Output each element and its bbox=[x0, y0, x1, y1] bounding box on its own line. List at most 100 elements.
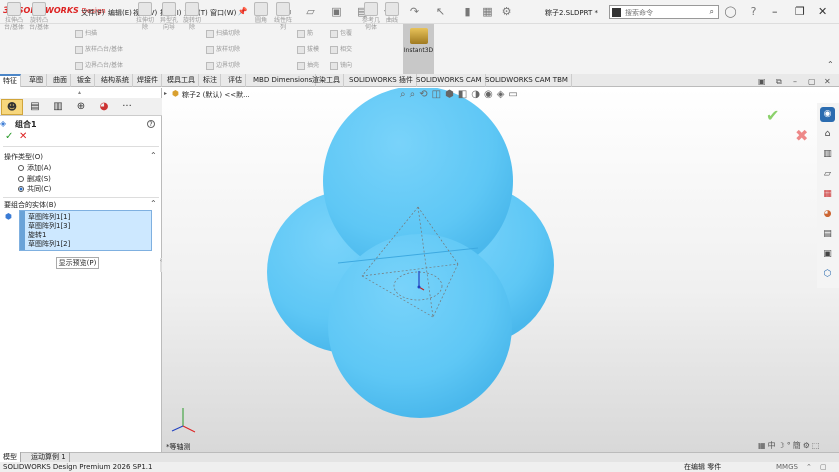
ime-toolbar[interactable]: ▦中☽°簡⚙⬚ bbox=[758, 440, 821, 451]
show-preview-button[interactable]: 显示预览(P) bbox=[56, 257, 99, 269]
save-icon[interactable]: ▣ bbox=[330, 5, 343, 18]
dimxpert-tab-icon[interactable]: ⊕ bbox=[70, 99, 92, 115]
breadcrumb-arrow-icon[interactable]: ▸ bbox=[164, 90, 167, 97]
status-info-icon[interactable]: ▢ bbox=[820, 462, 827, 472]
scene-icon[interactable]: ◈ bbox=[497, 89, 509, 100]
intersect-button[interactable]: 相交 bbox=[330, 44, 352, 54]
tab-solidworks-cam-tbm[interactable]: SOLIDWORKS CAM TBM bbox=[482, 74, 572, 87]
heads-up-view-toolbar[interactable]: ⌕⌕⟲◫⬢◧◑◉◈▭ bbox=[400, 89, 522, 100]
search-box[interactable]: ⌕ bbox=[609, 5, 719, 19]
radio-common[interactable]: 共同(C) bbox=[18, 184, 51, 194]
tab-features[interactable]: 特征 bbox=[0, 74, 21, 87]
radio-subtract[interactable]: 删减(S) bbox=[18, 174, 51, 184]
previous-view-icon[interactable]: ⟲ bbox=[419, 89, 431, 100]
menu-edit[interactable]: 编辑(E) bbox=[108, 8, 132, 18]
help-button[interactable]: ? bbox=[147, 120, 155, 128]
curves-button[interactable]: 曲线 bbox=[382, 2, 402, 24]
list-item[interactable]: 草图阵列1[2] bbox=[28, 239, 70, 249]
ime-settings-icon[interactable]: ⚙ bbox=[803, 441, 812, 450]
tab-structure-system[interactable]: 结构系统 bbox=[98, 74, 133, 87]
display-style-icon[interactable]: ◧ bbox=[458, 89, 471, 100]
operation-type-header[interactable]: 操作类型(O) bbox=[4, 152, 43, 162]
tab-evaluate[interactable]: 评估 bbox=[225, 74, 246, 87]
tab-motion-study[interactable]: 运动算例 1 bbox=[28, 452, 70, 462]
file-properties-icon[interactable]: ▦ bbox=[481, 5, 494, 18]
radio-add-indicator[interactable] bbox=[18, 165, 24, 171]
appearance-icon[interactable]: ◉ bbox=[484, 89, 497, 100]
forum-icon[interactable]: ▣ bbox=[820, 247, 835, 262]
instant3d-button[interactable]: Instant3D bbox=[403, 24, 434, 74]
tab-surfaces[interactable]: 曲面 bbox=[50, 74, 71, 87]
shell-button[interactable]: 抽壳 bbox=[297, 60, 319, 70]
color-palette-icon[interactable]: ◕ bbox=[820, 207, 835, 222]
reference-geometry-button[interactable]: 参考几何体 bbox=[360, 2, 382, 31]
3dexperience-icon[interactable]: ⬡ bbox=[820, 267, 835, 282]
property-manager-tab-icon[interactable]: ▤ bbox=[24, 99, 46, 115]
extrude-boss-button[interactable]: 拉伸凸台/基体 bbox=[3, 2, 25, 31]
ime-moon-icon[interactable]: ☽ bbox=[778, 441, 787, 450]
boundary-boss-button[interactable]: 边界凸台/基体 bbox=[75, 60, 123, 70]
close-window-button[interactable]: ✕ bbox=[818, 5, 827, 18]
feature-manager-tab-icon[interactable]: ☻ bbox=[1, 99, 23, 115]
breadcrumb[interactable]: 粽子2 (默认) <<默... bbox=[182, 90, 250, 100]
combined-body[interactable] bbox=[267, 88, 554, 418]
status-expand-icon[interactable]: ⌃ bbox=[806, 462, 812, 472]
ok-button[interactable]: ✓ bbox=[5, 131, 13, 142]
revolve-cut-button[interactable]: 旋转切除 bbox=[181, 2, 203, 31]
tab-render-tools[interactable]: 渲染工具 bbox=[309, 74, 344, 87]
help-icon[interactable]: ? bbox=[747, 5, 760, 18]
doc-minimize-icon[interactable]: – bbox=[793, 77, 797, 86]
ime-grid-icon[interactable]: ▦ bbox=[758, 441, 768, 450]
loft-boss-button[interactable]: 放样凸台/基体 bbox=[75, 44, 123, 54]
graphics-area[interactable] bbox=[162, 88, 839, 454]
bodies-to-combine-header[interactable]: 要组合的实体(B) bbox=[4, 200, 56, 210]
ime-simplified-icon[interactable]: 簡 bbox=[793, 441, 803, 450]
collapse-chevron-icon[interactable]: ⌃ bbox=[150, 199, 157, 208]
wrap-button[interactable]: 包覆 bbox=[330, 28, 352, 38]
rib-button[interactable]: 筋 bbox=[297, 28, 313, 38]
radio-add[interactable]: 添加(A) bbox=[18, 163, 51, 173]
zoom-area-icon[interactable]: ⌕ bbox=[410, 89, 420, 100]
confirm-corner-cancel-icon[interactable]: ✖ bbox=[795, 126, 808, 145]
tab-mold-tools[interactable]: 模具工具 bbox=[164, 74, 199, 87]
tab-sketch[interactable]: 草图 bbox=[26, 74, 47, 87]
menu-window[interactable]: 窗口(W) bbox=[210, 8, 236, 18]
radio-subtract-indicator[interactable] bbox=[18, 176, 24, 182]
extrude-cut-button[interactable]: 拉伸切除 bbox=[134, 2, 156, 31]
draft-button[interactable]: 拔模 bbox=[297, 44, 319, 54]
section-view-icon[interactable]: ◫ bbox=[432, 89, 445, 100]
tab-solidworks-cam[interactable]: SOLIDWORKS CAM bbox=[413, 74, 486, 87]
hole-wizard-button[interactable]: 异型孔向导 bbox=[158, 2, 180, 31]
sweep-cut-button[interactable]: 扫描切除 bbox=[206, 28, 240, 38]
linear-pattern-button[interactable]: 线性阵列 bbox=[272, 2, 294, 31]
options-gear-icon[interactable]: ⚙ bbox=[500, 5, 513, 18]
view-settings-icon[interactable]: ▭ bbox=[508, 89, 521, 100]
tab-solidworks-addins[interactable]: SOLIDWORKS 插件 bbox=[346, 74, 417, 87]
panel-expand-handle-icon[interactable]: ▴ bbox=[78, 89, 81, 96]
revolve-boss-button[interactable]: 旋转凸台/基体 bbox=[28, 2, 50, 31]
collapse-ribbon-chevron-icon[interactable]: ⌃ bbox=[827, 60, 834, 69]
custom-properties-icon[interactable]: ▤ bbox=[820, 227, 835, 242]
tab-layout-icon[interactable]: ▣ bbox=[758, 77, 766, 86]
search-input[interactable] bbox=[625, 7, 703, 18]
appearances-scenes-icon[interactable]: ▦ bbox=[820, 187, 835, 202]
fillet-button[interactable]: 圆角 bbox=[250, 2, 272, 24]
minimize-button[interactable]: – bbox=[772, 5, 778, 18]
model-view[interactable] bbox=[162, 88, 839, 454]
tab-restore-icon[interactable]: ⧉ bbox=[776, 77, 782, 87]
file-explorer-icon[interactable]: ▥ bbox=[820, 147, 835, 162]
loft-cut-button[interactable]: 放样切除 bbox=[206, 44, 240, 54]
confirm-corner-check-icon[interactable]: ✔ bbox=[766, 106, 779, 125]
configuration-manager-tab-icon[interactable]: ▥ bbox=[47, 99, 69, 115]
view-orientation-icon[interactable]: ⬢ bbox=[445, 89, 458, 100]
tab-weldments[interactable]: 焊接件 bbox=[134, 74, 162, 87]
redo-icon[interactable]: ↷ bbox=[408, 5, 421, 18]
rebuild-icon[interactable]: ▮ bbox=[461, 5, 474, 18]
restore-button[interactable]: ❐ bbox=[795, 5, 805, 18]
ime-expand-icon[interactable]: ⬚ bbox=[812, 441, 822, 450]
doc-close-icon[interactable]: ✕ bbox=[824, 77, 831, 86]
units-selector[interactable]: MMGS bbox=[776, 462, 798, 472]
pin-icon[interactable]: 📌 bbox=[236, 5, 249, 18]
more-tabs-icon[interactable]: ··· bbox=[116, 99, 138, 115]
select-arrow-icon[interactable]: ↖ bbox=[434, 5, 447, 18]
